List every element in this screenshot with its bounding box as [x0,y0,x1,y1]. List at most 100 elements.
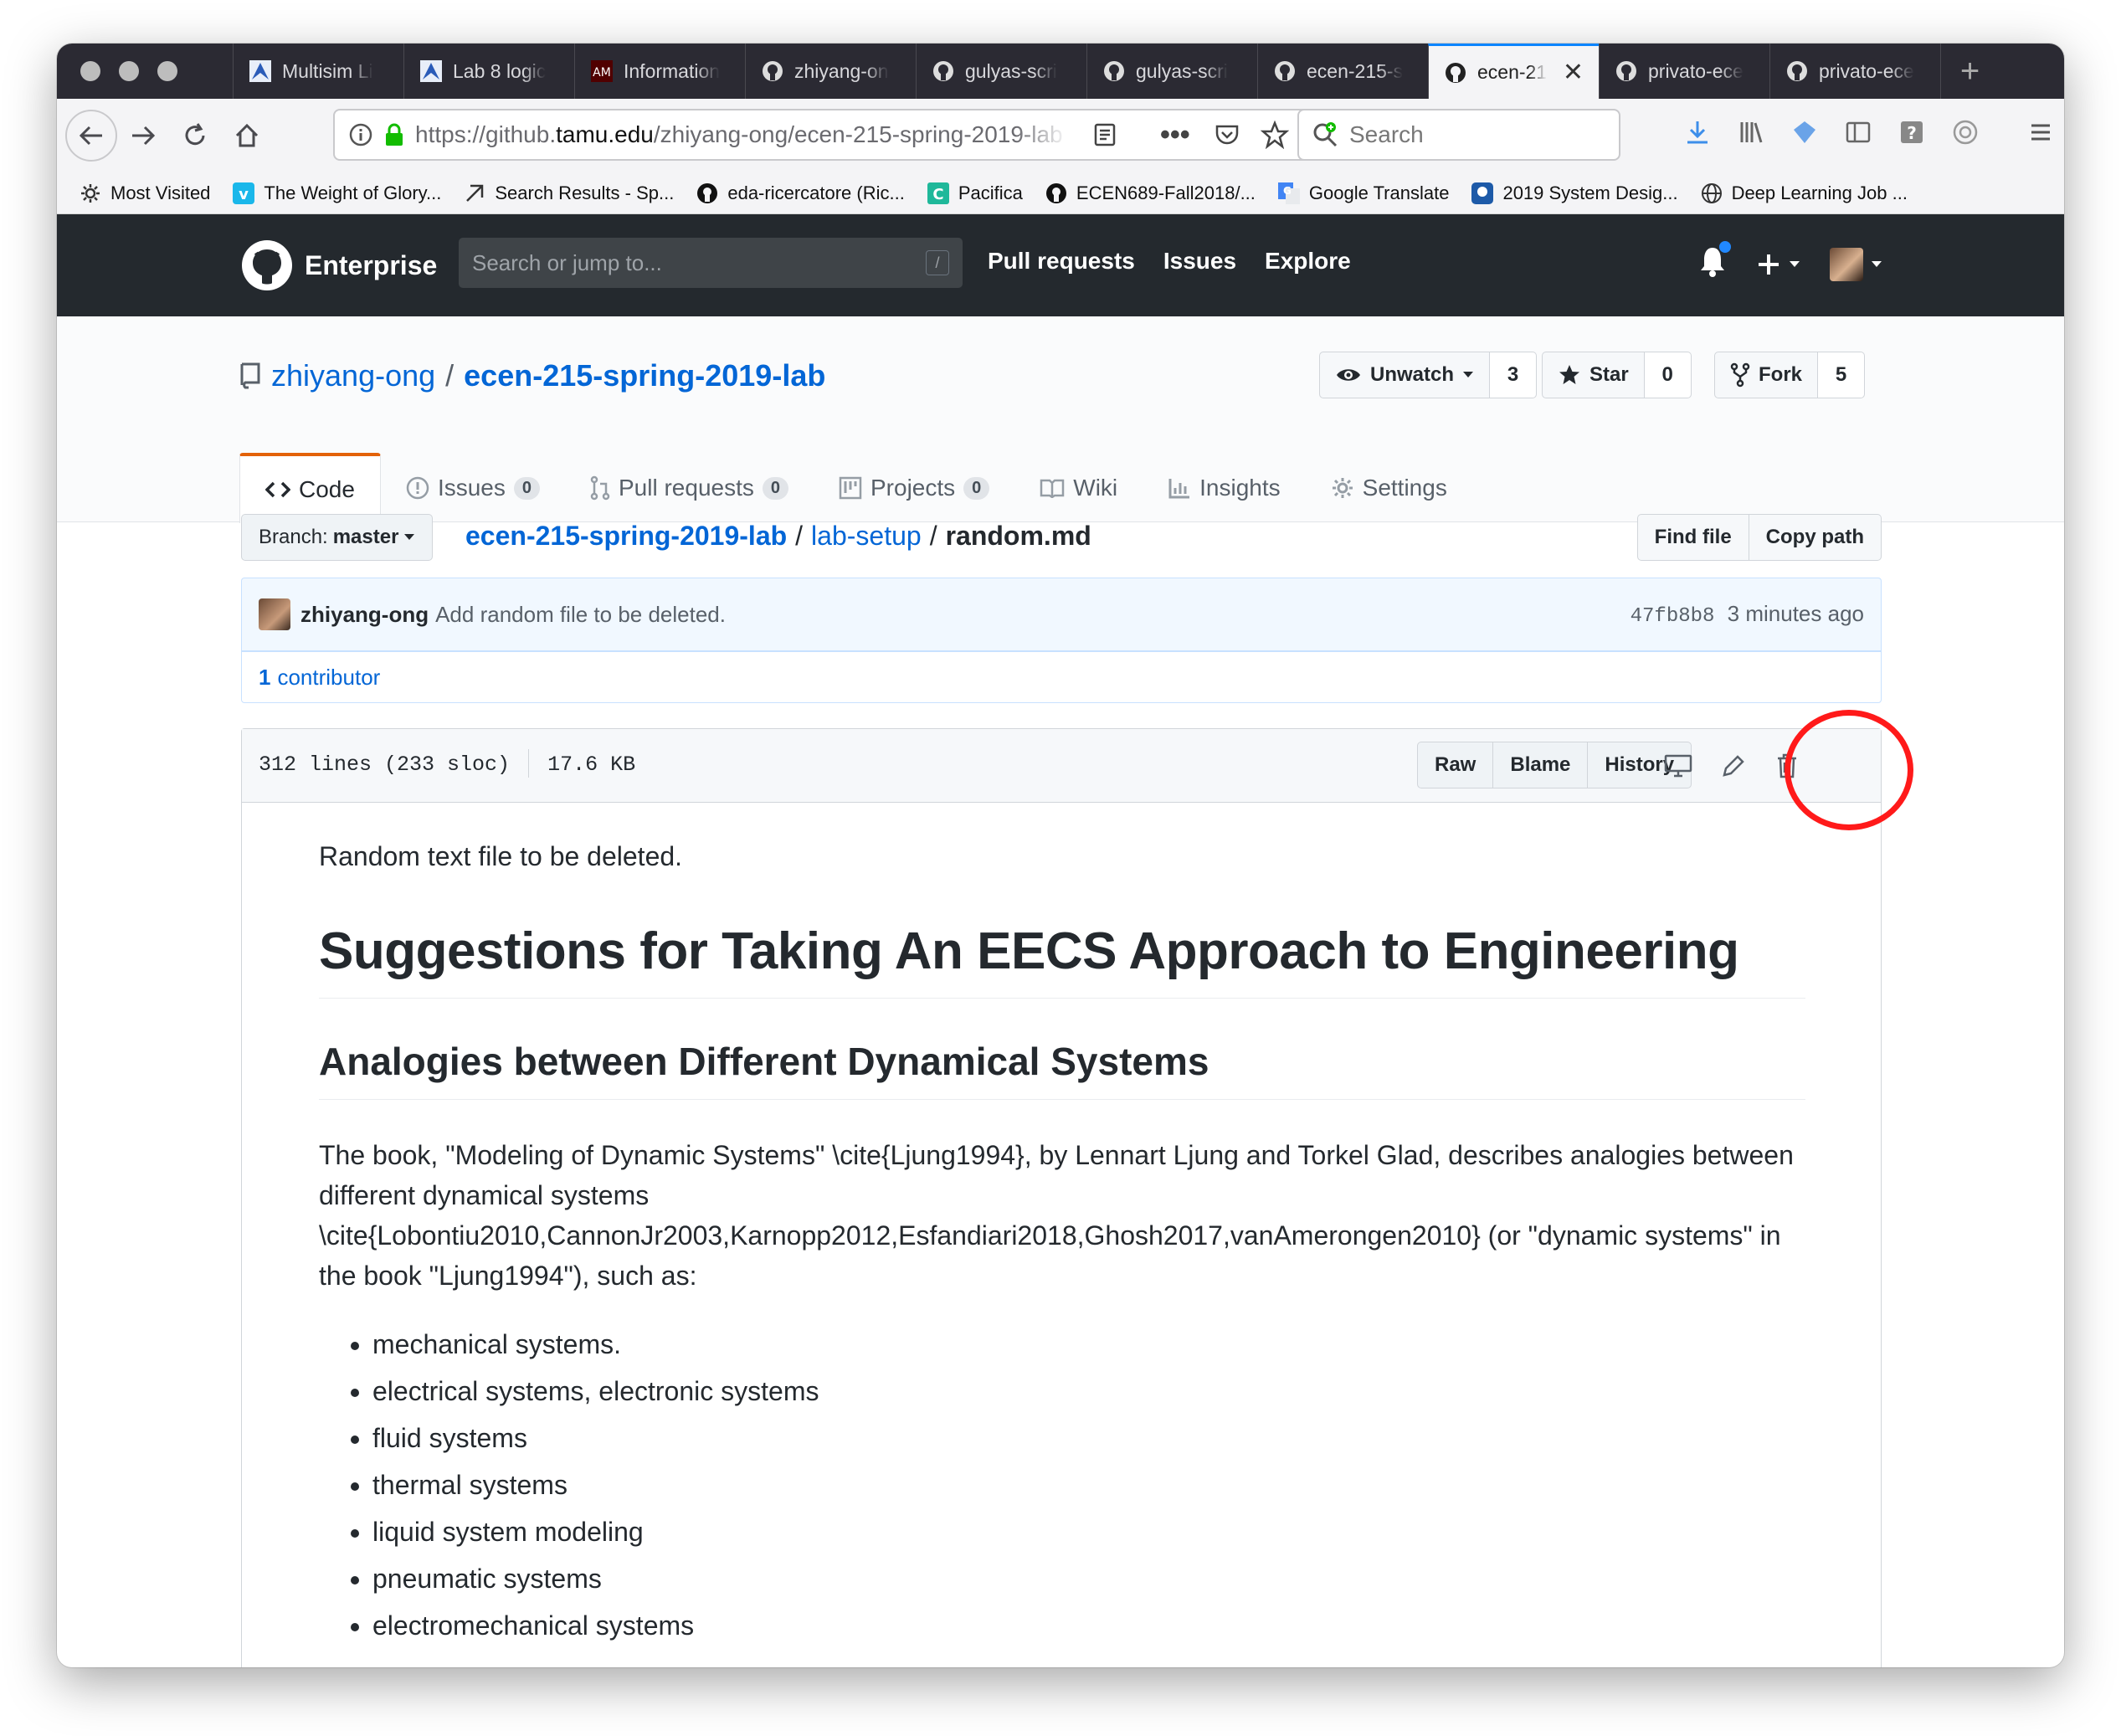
annotation-circle [1785,710,1913,830]
lock-icon[interactable] [382,122,407,147]
caret-down-icon [1872,261,1882,267]
branch-name: master [332,526,399,548]
repo-tabs: Code Issues 0 Pull requests 0 Projects 0… [239,437,1472,523]
tab-wiki[interactable]: Wiki [1014,454,1143,522]
address-bar[interactable]: https://github.tamu.edu/zhiyang-ong/ecen… [333,109,1317,161]
browser-tab[interactable]: privato-ece [1599,44,1769,99]
star-button[interactable]: Star [1542,352,1645,398]
tab-settings[interactable]: Settings [1306,454,1472,522]
contributors-link[interactable]: 1 contributor [241,651,1882,703]
sidebar-icon[interactable] [1843,117,1873,147]
repo-owner-link[interactable]: zhiyang-ong [271,358,435,393]
raw-button[interactable]: Raw [1417,742,1494,788]
tab-pull-requests[interactable]: Pull requests 0 [565,454,814,522]
close-tab-icon[interactable]: ✕ [1563,58,1584,87]
browser-search-input[interactable]: Search [1297,109,1620,161]
forward-button[interactable] [117,110,169,162]
browser-tab[interactable]: AM Information [574,44,745,99]
help-icon[interactable]: ? [1897,117,1927,147]
find-file-button[interactable]: Find file [1636,514,1749,561]
fork-group: Fork 5 [1714,352,1866,398]
multisim-icon [420,60,442,82]
star-count[interactable]: 0 [1644,352,1692,398]
minimize-window-button[interactable] [119,61,139,81]
watch-count[interactable]: 3 [1490,352,1538,398]
bookmark-item[interactable]: v The Weight of Glory... [232,182,441,205]
contributors-count: 1 [259,664,271,690]
commit-message-link[interactable]: Add random file to be deleted. [435,602,726,628]
nav-issues[interactable]: Issues [1163,248,1236,275]
pocket-icon[interactable] [1214,121,1240,148]
notification-dot [1718,239,1733,254]
header-user-controls [1697,239,1883,285]
repo-name-link[interactable]: ecen-215-spring-2019-lab [464,358,825,393]
breadcrumb-repo-link[interactable]: ecen-215-spring-2019-lab [465,521,787,552]
home-button[interactable] [221,110,273,162]
bookmark-item[interactable]: eda-ricercatore (Ric... [696,182,905,205]
repo-search-input[interactable]: Search or jump to... / [459,238,963,288]
file-info: 312 lines (233 sloc) 17.6 KB [259,749,635,778]
create-new-button[interactable] [1756,252,1801,277]
url-text[interactable]: https://github.tamu.edu/zhiyang-ong/ecen… [415,121,1068,148]
info-icon[interactable] [348,122,373,147]
bookmark-item[interactable]: Deep Learning Job ... [1700,182,1908,205]
user-menu-button[interactable] [1830,248,1883,281]
close-window-button[interactable] [80,61,100,81]
bookmark-star-icon[interactable] [1261,121,1289,149]
code-icon [265,481,290,498]
breadcrumb-dir-link[interactable]: lab-setup [811,521,922,552]
desktop-icon[interactable] [1661,749,1695,783]
browser-tab[interactable]: Lab 8 logic [403,44,574,99]
commit-sha-link[interactable]: 47fb8b8 [1631,605,1715,628]
maximize-window-button[interactable] [157,61,177,81]
page-actions-icon[interactable]: ••• [1160,119,1190,152]
back-button[interactable] [65,110,117,162]
bookmark-item[interactable]: Search Results - Sp... [463,182,674,205]
menu-icon[interactable] [2026,117,2056,147]
search-shortcut-key: / [926,250,949,275]
file-info-divider [528,749,530,778]
avatar[interactable] [259,598,290,630]
browser-tab[interactable]: zhiyang-on [745,44,916,99]
new-tab-button[interactable]: + [1940,44,1999,99]
nav-pull-requests[interactable]: Pull requests [988,248,1135,275]
account-icon[interactable] [1950,117,1980,147]
fork-count[interactable]: 5 [1818,352,1866,398]
browser-tab[interactable]: gulyas-scri [916,44,1086,99]
bookmark-item[interactable]: 2019 System Desig... [1471,182,1678,205]
gear-icon [79,182,102,205]
commit-author-link[interactable]: zhiyang-ong [300,602,429,628]
bookmark-item[interactable]: C Pacifica [927,182,1023,205]
bookmark-item[interactable]: G Google Translate [1277,182,1449,205]
blame-button[interactable]: Blame [1492,742,1589,788]
download-icon[interactable] [1682,117,1713,147]
nav-explore[interactable]: Explore [1265,248,1351,275]
tab-projects[interactable]: Projects 0 [814,454,1014,522]
github-icon [696,182,719,205]
browser-tab[interactable]: Multisim Li [233,44,403,99]
bookmark-item[interactable]: Most Visited [79,182,210,205]
browser-tab[interactable]: ecen-215-s [1257,44,1428,99]
fork-button[interactable]: Fork [1714,352,1819,398]
browser-tab[interactable]: privato-ece [1769,44,1940,99]
browser-tab[interactable]: gulyas-scri [1086,44,1257,99]
pencil-icon[interactable] [1717,749,1750,783]
copy-path-button[interactable]: Copy path [1749,514,1882,561]
tab-label: Information [624,59,721,82]
unwatch-button[interactable]: Unwatch [1319,352,1491,398]
tab-code[interactable]: Code [239,453,381,523]
graph-icon [1168,479,1190,499]
extension-icon[interactable] [1790,117,1820,147]
tab-insights[interactable]: Insights [1143,454,1306,522]
library-icon[interactable] [1736,117,1766,147]
github-home-link[interactable]: Enterprise [241,239,437,291]
tab-issues[interactable]: Issues 0 [381,454,565,522]
reader-view-icon[interactable] [1091,121,1118,148]
github-logo-icon [242,240,292,290]
bookmark-item[interactable]: ECEN689-Fall2018/... [1045,182,1256,205]
notifications-button[interactable] [1697,239,1733,285]
watch-group: Unwatch 3 [1319,352,1538,398]
branch-select[interactable]: Branch: master [241,514,434,561]
browser-tab-active[interactable]: ecen-21 ✕ [1428,44,1599,99]
reload-button[interactable] [169,110,221,162]
